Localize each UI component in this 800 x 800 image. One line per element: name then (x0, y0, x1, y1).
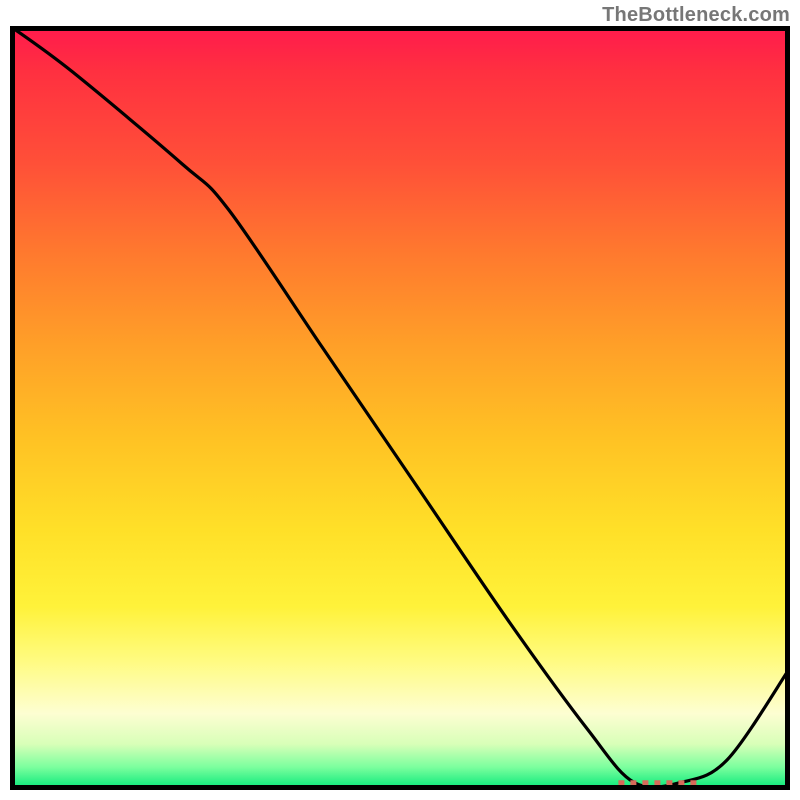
chart-svg-layer (10, 26, 790, 790)
watermark-text: TheBottleneck.com (602, 4, 790, 27)
curve-line (10, 26, 790, 787)
chart-frame (10, 26, 790, 790)
